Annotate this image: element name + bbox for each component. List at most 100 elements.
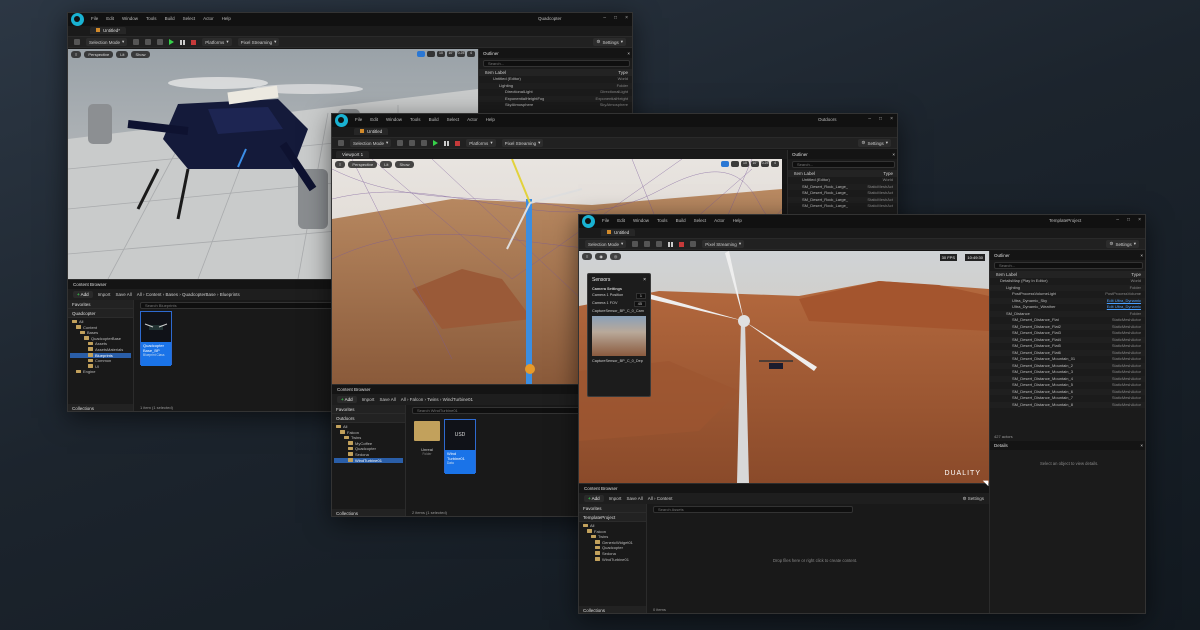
perspective-button[interactable]: Perspective: [84, 51, 114, 58]
menu-tools[interactable]: Tools: [410, 117, 421, 122]
favorites-section[interactable]: Favorites: [332, 405, 405, 414]
save-all-button[interactable]: Save All: [626, 496, 642, 501]
blueprint-icon[interactable]: [409, 140, 416, 146]
item-label-header[interactable]: Item Label: [996, 272, 1017, 277]
close-icon[interactable]: ×: [625, 15, 628, 21]
menu-build[interactable]: Build: [429, 117, 439, 122]
menu-build[interactable]: Build: [165, 16, 175, 21]
pause-icon[interactable]: [180, 39, 186, 45]
breadcrumb-item[interactable]: All: [137, 292, 142, 297]
outliner-row[interactable]: SM_Desert_Distance_Mountain_8 StaticMeshA…: [990, 401, 1145, 408]
menu-select[interactable]: Select: [694, 218, 707, 223]
save-icon[interactable]: [338, 140, 344, 146]
menu-select[interactable]: Select: [447, 117, 460, 122]
menu-file[interactable]: File: [355, 117, 362, 122]
maximize-icon[interactable]: □: [879, 116, 882, 122]
create-icon[interactable]: [397, 140, 404, 146]
content-browser-tab[interactable]: Content Browser: [579, 484, 989, 493]
viewport-menu-button[interactable]: ≡: [335, 161, 346, 168]
close-tab-icon[interactable]: ×: [1140, 253, 1143, 258]
type-header[interactable]: Type: [883, 171, 893, 176]
project-section[interactable]: Outdoors: [332, 414, 405, 423]
menu-help[interactable]: Help: [733, 218, 742, 223]
asset-tile-folder[interactable]: Unreal Folder: [412, 419, 442, 465]
level-tab[interactable]: Untitled: [601, 229, 636, 236]
breadcrumb-item[interactable]: Falcon: [410, 397, 424, 402]
close-tab-icon[interactable]: ×: [892, 152, 895, 157]
menu-actor[interactable]: Actor: [467, 117, 478, 122]
tree-item-selected[interactable]: WindTurbine01: [334, 457, 403, 464]
add-button[interactable]: + Add: [584, 495, 604, 502]
stop-icon[interactable]: [679, 241, 685, 247]
menu-select[interactable]: Select: [183, 16, 196, 21]
menu-actor[interactable]: Actor: [714, 218, 725, 223]
platforms-button[interactable]: Platforms ▾: [466, 139, 496, 147]
save-all-button[interactable]: Save All: [379, 397, 395, 402]
play-icon[interactable]: [433, 140, 439, 146]
camera-position-field[interactable]: 1: [635, 293, 646, 299]
breadcrumb-item[interactable]: Content: [657, 496, 673, 501]
lit-button[interactable]: Lit: [380, 161, 393, 168]
breadcrumb-item[interactable]: Content: [146, 292, 162, 297]
breadcrumb-item[interactable]: Bases: [165, 292, 178, 297]
outliner-search-input[interactable]: Search...: [792, 161, 895, 168]
sensor-toggle-icon[interactable]: ◎: [609, 253, 622, 260]
play-icon[interactable]: [169, 39, 175, 45]
cb-settings-button[interactable]: ⚙ Settings: [962, 496, 984, 502]
asset-tile[interactable]: Quadcopter Base_BP Blueprint Class: [140, 311, 172, 366]
menu-build[interactable]: Build: [676, 218, 686, 223]
blueprint-icon[interactable]: [145, 39, 152, 45]
stop-icon[interactable]: [455, 140, 461, 146]
menu-help[interactable]: Help: [486, 117, 495, 122]
selection-mode-button[interactable]: Selection Mode ▾: [585, 240, 627, 248]
outliner-row[interactable]: SkyAtmosphere SkyAtmosphere: [479, 102, 632, 109]
asset-search-input[interactable]: Search Assets: [653, 506, 853, 513]
breadcrumb-item[interactable]: WindTurbine01: [443, 397, 473, 402]
maximize-icon[interactable]: □: [614, 15, 617, 21]
sequence-icon[interactable]: [157, 39, 164, 45]
move-tool-icon[interactable]: [731, 161, 739, 167]
sensor-name-row[interactable]: CaptureSensor_BP_C_0_Cam: [588, 308, 650, 314]
menu-edit[interactable]: Edit: [617, 218, 625, 223]
asset-view[interactable]: Search Assets Drop files here or right c…: [647, 504, 989, 613]
viewport-menu-button[interactable]: ≡: [71, 51, 82, 58]
menu-actor[interactable]: Actor: [203, 16, 214, 21]
minimize-icon[interactable]: –: [1116, 217, 1119, 223]
select-tool-icon[interactable]: [721, 161, 729, 167]
close-icon[interactable]: ×: [890, 116, 893, 122]
close-tab-icon[interactable]: ×: [1140, 443, 1143, 448]
grid-snap-value[interactable]: 10: [741, 161, 749, 167]
play-viewport[interactable]: 30 FPS 10:49:30 DUALITY ≡ ◉ ◎ Sensors × C…: [579, 251, 989, 483]
create-icon[interactable]: [632, 241, 639, 247]
selection-mode-button[interactable]: Selection Mode ▾: [86, 38, 128, 46]
settings-button[interactable]: ⚙ Settings ▾: [593, 38, 626, 46]
breadcrumb-item[interactable]: Twins: [427, 397, 439, 402]
save-all-button[interactable]: Save All: [115, 292, 131, 297]
collections-section[interactable]: Collections: [332, 509, 405, 516]
menu-file[interactable]: File: [91, 16, 98, 21]
level-tab[interactable]: Untitled: [354, 128, 389, 135]
rotation-snap-value[interactable]: 10°: [751, 161, 759, 167]
eject-icon[interactable]: [690, 241, 697, 247]
breadcrumb-item[interactable]: All: [648, 496, 653, 501]
collections-section[interactable]: Collections: [68, 404, 133, 411]
scale-snap-value[interactable]: 0.25: [457, 51, 465, 57]
pixel-streaming-button[interactable]: Pixel Streaming ▾: [702, 240, 745, 248]
scale-snap-value[interactable]: 0.25: [761, 161, 769, 167]
type-header[interactable]: Type: [1131, 272, 1141, 277]
sequence-icon[interactable]: [421, 140, 428, 146]
perspective-button[interactable]: Perspective: [348, 161, 378, 168]
save-icon[interactable]: [74, 39, 80, 45]
tree-item[interactable]: WindTurbine01: [581, 557, 644, 563]
sensor-name-row[interactable]: CaptureSensor_BP_C_0_Dep: [588, 358, 650, 364]
menu-edit[interactable]: Edit: [106, 16, 114, 21]
maximize-icon[interactable]: □: [1127, 217, 1130, 223]
menu-tools[interactable]: Tools: [657, 218, 668, 223]
pixel-streaming-button[interactable]: Pixel Streaming ▾: [501, 139, 544, 147]
add-button[interactable]: + Add: [73, 291, 93, 298]
level-tab[interactable]: Untitled*: [90, 27, 127, 34]
settings-button[interactable]: ⚙ Settings ▾: [1106, 240, 1139, 248]
project-section[interactable]: TemplateProject: [579, 513, 646, 522]
menu-window[interactable]: Window: [633, 218, 649, 223]
rotation-snap-value[interactable]: 10°: [447, 51, 455, 57]
